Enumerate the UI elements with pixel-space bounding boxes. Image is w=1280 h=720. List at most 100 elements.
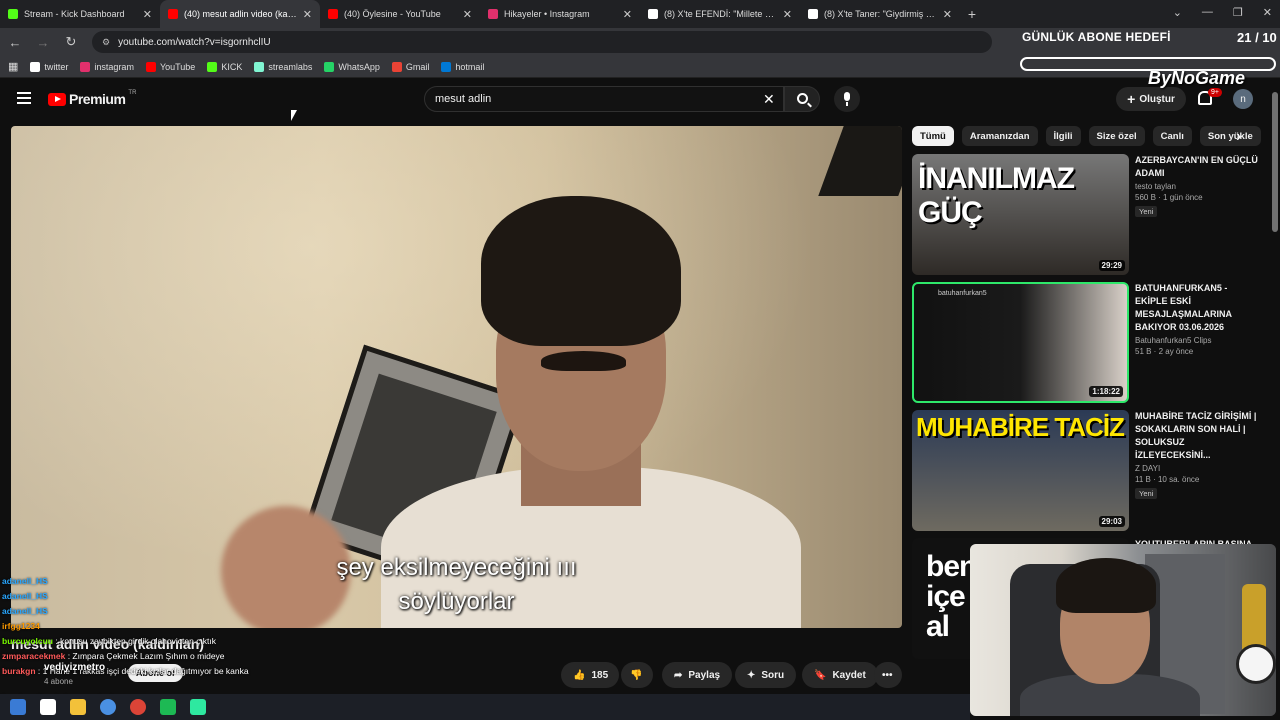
site-info-icon[interactable]: ⚙ [102,37,110,48]
tab-2[interactable]: (40) Öylesine - YouTube ✕ [320,0,480,28]
recommendation-channel[interactable]: Z DAYI [1135,464,1262,473]
bookmark-label: twitter [44,61,69,72]
chip-0[interactable]: Tümü [912,126,954,146]
sidebar-scrollbar[interactable] [1272,92,1278,232]
files-icon[interactable] [70,699,86,715]
hamburger-menu-icon[interactable] [17,92,31,104]
recommendation-channel[interactable]: testo taylan [1135,182,1262,191]
duration-badge: 29:03 [1098,516,1125,527]
avatar[interactable]: n [1233,89,1253,109]
share-icon: ➦ [674,669,683,681]
recommendation-item[interactable]: İNANILMAZ GÜÇ 29:29 AZERBAYCAN'IN EN GÜÇLÜ… [912,154,1262,275]
recommendation-title[interactable]: AZERBAYCAN'IN EN GÜÇLÜ ADAMI [1135,154,1262,180]
goal-label: GÜNLÜK ABONE HEDEFİ [1022,30,1171,44]
chip-1[interactable]: Aramanızdan [961,126,1038,146]
video-player[interactable]: şey eksilmeyeceğini ııı söylüyorlar [11,126,902,628]
recommendation-item[interactable]: MUHABİRE TACİZ 29:03 MUHABİRE TACİZ GİRİŞİ… [912,410,1262,531]
reload-icon[interactable]: ↻ [64,34,78,50]
voice-search-icon[interactable] [834,86,860,112]
chevron-right-icon[interactable]: › [1236,128,1241,146]
ask-button[interactable]: ✦ Soru [735,662,797,688]
chat-message: adanell_HS [2,606,48,616]
bookmark-favicon-icon [324,61,335,72]
chat-username: burcuyolcuu [2,636,54,646]
create-label: Oluştur [1139,93,1175,105]
close-icon[interactable]: ✕ [1263,6,1272,19]
spotify-icon[interactable] [130,699,146,715]
search-value: mesut adlin [435,93,492,105]
chat-message: irfgg1234 [2,621,40,631]
new-badge: Yeni [1135,206,1158,217]
youtube-premium-logo[interactable]: Premium TR [48,90,136,107]
search-button[interactable] [784,86,820,112]
video-thumbnail[interactable]: İNANILMAZ GÜÇ 29:29 [912,154,1129,275]
tab-3[interactable]: Hikayeler • Instagram ✕ [480,0,640,28]
goal-count: 21 / 10 [1237,30,1277,45]
windows-icon[interactable] [10,699,26,715]
share-button[interactable]: ➦ Paylaş [662,662,733,688]
new-tab-button[interactable]: + [960,6,984,22]
thumbs-up-icon: 👍 [573,669,586,681]
chrome-icon[interactable] [100,699,116,715]
save-button[interactable]: 🔖 Kaydet [802,662,878,688]
discord-icon[interactable] [190,699,206,715]
share-label: Paylaş [688,669,721,681]
tab-close-icon[interactable]: ✕ [463,8,472,21]
bookmark-item[interactable]: Gmail [391,61,430,72]
tab-close-icon[interactable]: ✕ [783,8,792,21]
create-button[interactable]: + Oluştur [1116,87,1186,111]
tab-close-icon[interactable]: ✕ [303,8,312,21]
chip-4[interactable]: Canlı [1152,126,1192,146]
tab-favicon-icon [168,9,178,19]
bookmark-item[interactable]: hotmail [441,61,484,72]
maximize-icon[interactable]: ❐ [1233,6,1243,19]
url-field[interactable]: ⚙ youtube.com/watch?v=isgornhclIU [92,31,992,53]
app-icon[interactable] [160,699,176,715]
chip-2[interactable]: İlgili [1045,126,1081,146]
tab-0[interactable]: Stream - Kick Dashboard ✕ [0,0,160,28]
tab-title: (8) X'te Taner: "Giydirmiş çocuğ... [824,9,937,19]
chat-username: adanell_HS [2,576,48,586]
more-actions-button[interactable]: ••• [874,662,902,688]
bookmark-item[interactable]: twitter [30,61,69,72]
tab-close-icon[interactable]: ✕ [623,8,632,21]
recommendation-item[interactable]: batuhanfurkan5 1:18:22 BATUHANFURKAN5 - EK… [912,282,1262,403]
back-icon[interactable]: ← [8,35,22,50]
tab-close-icon[interactable]: ✕ [943,8,952,21]
recommendation-title[interactable]: MUHABİRE TACİZ GİRİŞİMİ | SOKAKLARIN SON… [1135,410,1262,462]
bookmark-item[interactable]: YouTube [145,61,195,72]
chat-username: irfgg1234 [2,621,40,631]
video-thumbnail[interactable]: batuhanfurkan5 1:18:22 [912,282,1129,403]
chevron-down-icon[interactable]: ⌄ [1173,6,1182,19]
tab-title: Hikayeler • Instagram [504,9,590,19]
bookmark-label: streamlabs [268,61,313,72]
bookmark-item[interactable]: WhatsApp [324,61,380,72]
video-thumbnail[interactable]: MUHABİRE TACİZ 29:03 [912,410,1129,531]
tab-close-icon[interactable]: ✕ [143,8,152,21]
tab-4[interactable]: (8) X'te EFENDİ: "Millete neler y... ✕ [640,0,800,28]
apps-icon[interactable]: ▦ [8,60,18,73]
more-icon: ••• [882,669,893,681]
bookmark-label: Gmail [405,61,430,72]
brand-logo: ByNoGame [1148,68,1246,88]
recommendation-title[interactable]: BATUHANFURKAN5 - EKİPLE ESKİ MESAJLAŞMAL… [1135,282,1262,334]
search-icon[interactable] [40,699,56,715]
bookmark-item[interactable]: streamlabs [254,61,313,72]
minimize-icon[interactable]: — [1202,6,1213,19]
tab-1[interactable]: (40) mesut adlin video (kaldırıl... ✕ [160,0,320,28]
recommendation-channel[interactable]: Batuhanfurkan5 Clips [1135,336,1262,345]
clear-search-icon[interactable]: ✕ [763,91,775,108]
bookmark-favicon-icon [254,61,265,72]
chip-5[interactable]: Son yükle [1199,126,1261,146]
dislike-button[interactable]: 👎 [621,662,653,688]
channel-name[interactable]: vediyizmetro [44,662,105,673]
chat-text: konuşu zaybikten girdik olahovicten çıkt… [60,636,217,646]
forward-icon[interactable]: → [36,35,50,50]
tab-5[interactable]: (8) X'te Taner: "Giydirmiş çocuğ... ✕ [800,0,960,28]
chip-3[interactable]: Size özel [1088,126,1145,146]
bookmark-item[interactable]: KICK [207,61,242,72]
bookmark-item[interactable]: instagram [80,61,134,72]
search-input[interactable]: mesut adlin [424,86,784,112]
like-button[interactable]: 👍 185 [561,662,619,688]
thumb-text: İNANILMAZ GÜÇ [918,162,1075,229]
